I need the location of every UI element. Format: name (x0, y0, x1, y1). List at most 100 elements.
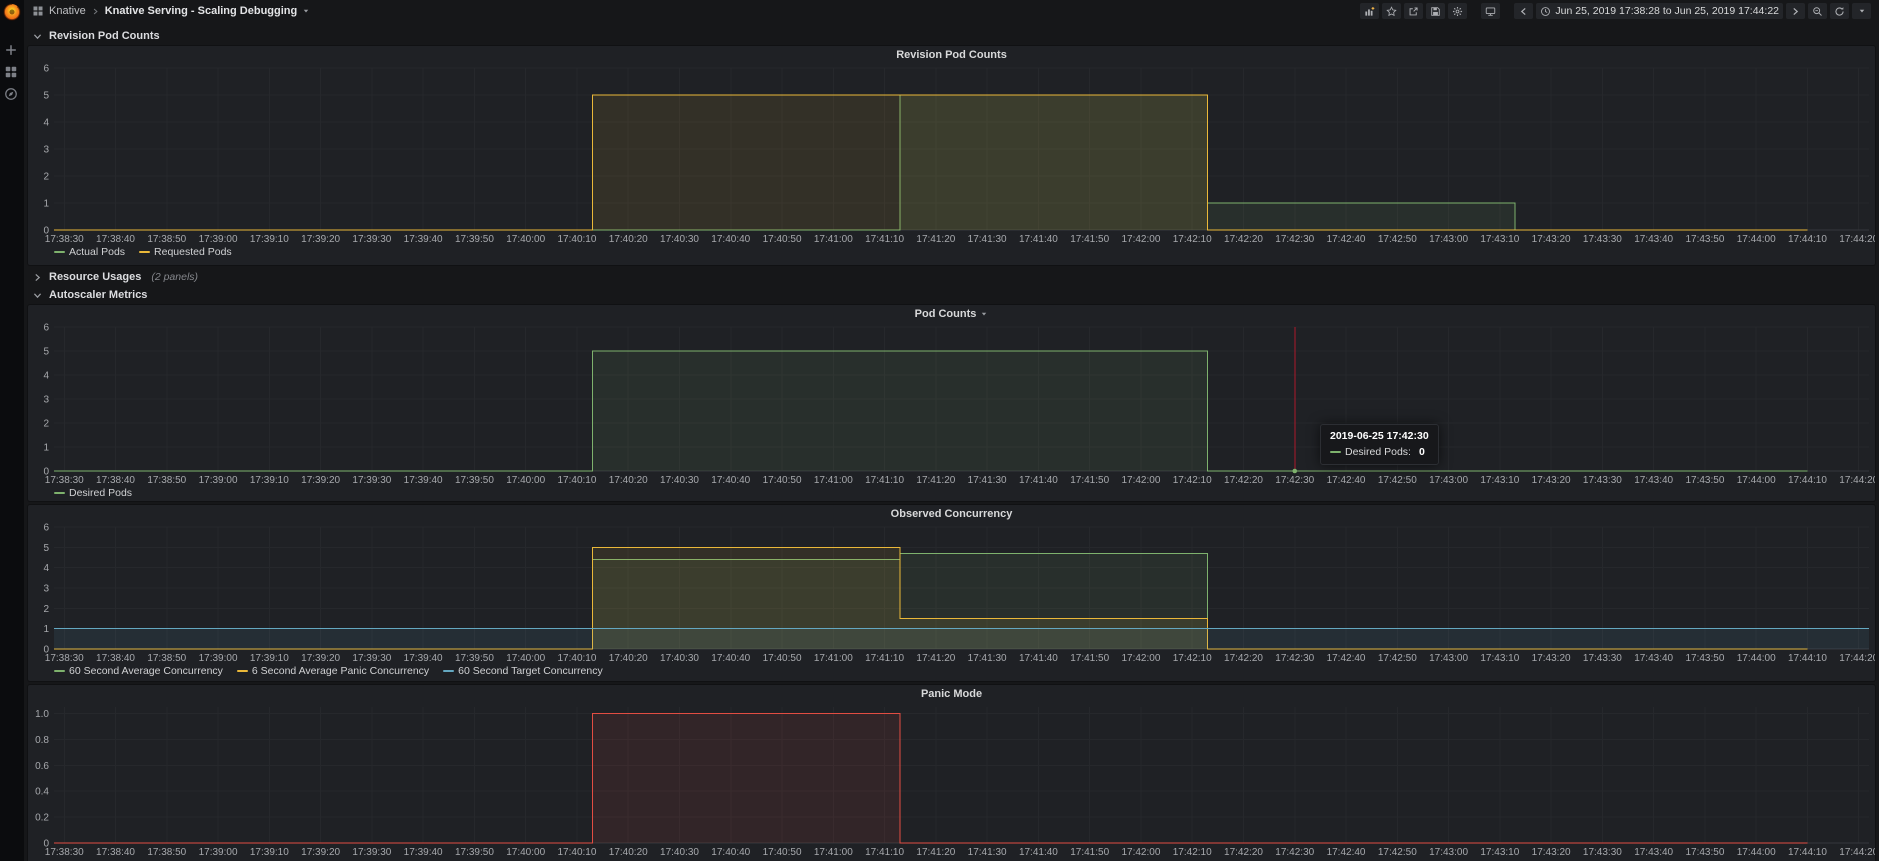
svg-text:17:39:00: 17:39:00 (199, 653, 238, 664)
svg-text:17:41:10: 17:41:10 (865, 475, 904, 486)
svg-text:5: 5 (43, 347, 49, 358)
star-dashboard-button[interactable] (1382, 3, 1402, 19)
legend-item[interactable]: Actual Pods (54, 246, 125, 258)
panel-menu-caret-icon[interactable] (980, 310, 988, 318)
pod-counts-chart[interactable]: 17:38:30 17:38:40 17:38:50 17:39:00 17:39:10… (28, 323, 1878, 487)
chevron-right-icon (32, 272, 43, 283)
svg-text:17:40:20: 17:40:20 (609, 475, 648, 486)
svg-text:17:43:30: 17:43:30 (1583, 234, 1622, 245)
legend-item[interactable]: 60 Second Average Concurrency (54, 665, 223, 677)
svg-text:17:40:40: 17:40:40 (711, 234, 750, 245)
sidebar-explore-button[interactable] (4, 87, 20, 103)
row-revision-pod-counts[interactable]: Revision Pod Counts (32, 28, 1875, 44)
breadcrumb: Knative Knative Serving - Scaling Debugg… (32, 5, 310, 17)
breadcrumb-dashboard-title[interactable]: Knative Serving - Scaling Debugging (105, 5, 298, 17)
legend-series-label: Desired Pods (69, 487, 133, 499)
share-dashboard-button[interactable] (1404, 3, 1424, 19)
svg-text:17:42:30: 17:42:30 (1275, 653, 1314, 664)
panel-pod-counts: Pod Counts 17:38:30 17:38:40 17:38:50 17:39… (28, 305, 1879, 501)
svg-text:17:39:00: 17:39:00 (199, 847, 238, 858)
save-dashboard-button[interactable] (1426, 3, 1446, 19)
row-resource-usages[interactable]: Resource Usages (2 panels) (32, 269, 1875, 285)
svg-text:17:43:10: 17:43:10 (1480, 475, 1519, 486)
svg-text:17:41:20: 17:41:20 (916, 847, 955, 858)
svg-text:1: 1 (43, 443, 49, 454)
svg-text:17:44:10: 17:44:10 (1788, 847, 1827, 858)
svg-text:17:44:00: 17:44:00 (1737, 653, 1776, 664)
svg-text:17:40:30: 17:40:30 (660, 847, 699, 858)
panel-title-observed-concurrency[interactable]: Observed Concurrency (28, 505, 1875, 523)
grafana-logo[interactable] (2, 2, 22, 22)
legend-series-dash (54, 251, 65, 253)
svg-text:17:39:10: 17:39:10 (250, 653, 289, 664)
svg-text:17:44:00: 17:44:00 (1737, 475, 1776, 486)
time-range-forward-button[interactable] (1786, 3, 1805, 19)
panel-title-text: Pod Counts (914, 308, 977, 320)
svg-text:17:38:30: 17:38:30 (45, 475, 84, 486)
svg-text:17:39:30: 17:39:30 (352, 847, 391, 858)
panic-mode-chart[interactable]: 17:38:30 17:38:40 17:38:50 17:39:00 17:39:10… (28, 703, 1879, 859)
refresh-interval-dropdown[interactable] (1852, 3, 1871, 19)
svg-text:17:40:00: 17:40:00 (506, 847, 545, 858)
svg-text:17:41:50: 17:41:50 (1070, 847, 1109, 858)
sidebar-dashboards-button[interactable] (4, 65, 20, 81)
legend-series-label: 60 Second Target Concurrency (458, 665, 603, 677)
svg-text:17:43:20: 17:43:20 (1532, 475, 1571, 486)
panel-title-text: Observed Concurrency (890, 508, 1013, 520)
legend-series-label: 60 Second Average Concurrency (69, 665, 223, 677)
svg-text:17:41:40: 17:41:40 (1019, 653, 1058, 664)
panel-title-text: Panic Mode (920, 688, 983, 700)
breadcrumb-folder[interactable]: Knative (49, 5, 86, 17)
panel-title-pod-counts[interactable]: Pod Counts (28, 305, 1875, 323)
svg-text:17:44:20: 17:44:20 (1839, 847, 1875, 858)
svg-text:17:41:00: 17:41:00 (814, 475, 853, 486)
svg-text:17:44:10: 17:44:10 (1788, 234, 1827, 245)
zoom-out-time-button[interactable] (1808, 3, 1827, 19)
panel-revision-pod-counts: Revision Pod Counts 17:38:30 17:38:40 17:3… (28, 46, 1879, 265)
legend-item[interactable]: Desired Pods (54, 487, 132, 499)
legend-item[interactable]: 60 Second Target Concurrency (443, 665, 603, 677)
svg-text:17:41:50: 17:41:50 (1070, 234, 1109, 245)
left-sidebar (0, 0, 24, 861)
refresh-dashboard-button[interactable] (1830, 3, 1849, 19)
svg-text:17:41:00: 17:41:00 (814, 653, 853, 664)
svg-text:17:43:10: 17:43:10 (1480, 847, 1519, 858)
svg-text:3: 3 (43, 584, 49, 595)
time-range-picker-button[interactable]: Jun 25, 2019 17:38:28 to Jun 25, 2019 17… (1536, 3, 1783, 19)
time-range-back-button[interactable] (1514, 3, 1534, 19)
dashboard-switcher-caret-icon[interactable] (302, 7, 310, 15)
grafana-logo-icon (2, 2, 22, 22)
svg-text:17:44:20: 17:44:20 (1839, 653, 1875, 664)
legend-item[interactable]: 6 Second Average Panic Concurrency (236, 665, 429, 677)
svg-text:17:41:00: 17:41:00 (814, 847, 853, 858)
add-panel-button[interactable] (1360, 3, 1380, 19)
svg-text:17:38:50: 17:38:50 (147, 847, 186, 858)
panel-title-panic-mode[interactable]: Panic Mode (28, 685, 1875, 703)
legend-item[interactable]: Requested Pods (139, 246, 232, 258)
panel-title-revision-pod-counts[interactable]: Revision Pod Counts (28, 46, 1875, 64)
svg-text:17:43:50: 17:43:50 (1685, 653, 1724, 664)
chevron-down-icon (32, 290, 43, 301)
observed-concurrency-chart[interactable]: 17:38:30 17:38:40 17:38:50 17:39:00 17:39:10… (28, 523, 1878, 665)
row-panel-count: (2 panels) (151, 271, 199, 283)
svg-text:17:39:30: 17:39:30 (352, 653, 391, 664)
svg-text:17:40:10: 17:40:10 (557, 847, 596, 858)
svg-text:17:42:50: 17:42:50 (1378, 653, 1417, 664)
cycle-view-mode-button[interactable] (1481, 3, 1501, 19)
row-autoscaler-metrics[interactable]: Autoscaler Metrics (32, 287, 1875, 303)
svg-text:17:42:20: 17:42:20 (1224, 234, 1263, 245)
svg-text:17:41:10: 17:41:10 (865, 234, 904, 245)
revision-pod-counts-chart[interactable]: 17:38:30 17:38:40 17:38:50 17:39:00 17:39:10… (28, 64, 1878, 246)
sidebar-create-button[interactable] (4, 43, 20, 59)
chevron-right-icon (1790, 6, 1801, 17)
top-navbar: Knative Knative Serving - Scaling Debugg… (24, 0, 1879, 22)
svg-text:2: 2 (43, 604, 49, 615)
svg-text:17:41:40: 17:41:40 (1019, 847, 1058, 858)
svg-text:17:44:10: 17:44:10 (1788, 475, 1827, 486)
legend-series-dash (236, 670, 248, 672)
svg-text:17:42:00: 17:42:00 (1121, 475, 1160, 486)
svg-text:3: 3 (43, 145, 49, 156)
svg-text:17:44:00: 17:44:00 (1737, 847, 1776, 858)
svg-text:17:40:20: 17:40:20 (609, 234, 648, 245)
dashboard-settings-button[interactable] (1448, 3, 1468, 19)
